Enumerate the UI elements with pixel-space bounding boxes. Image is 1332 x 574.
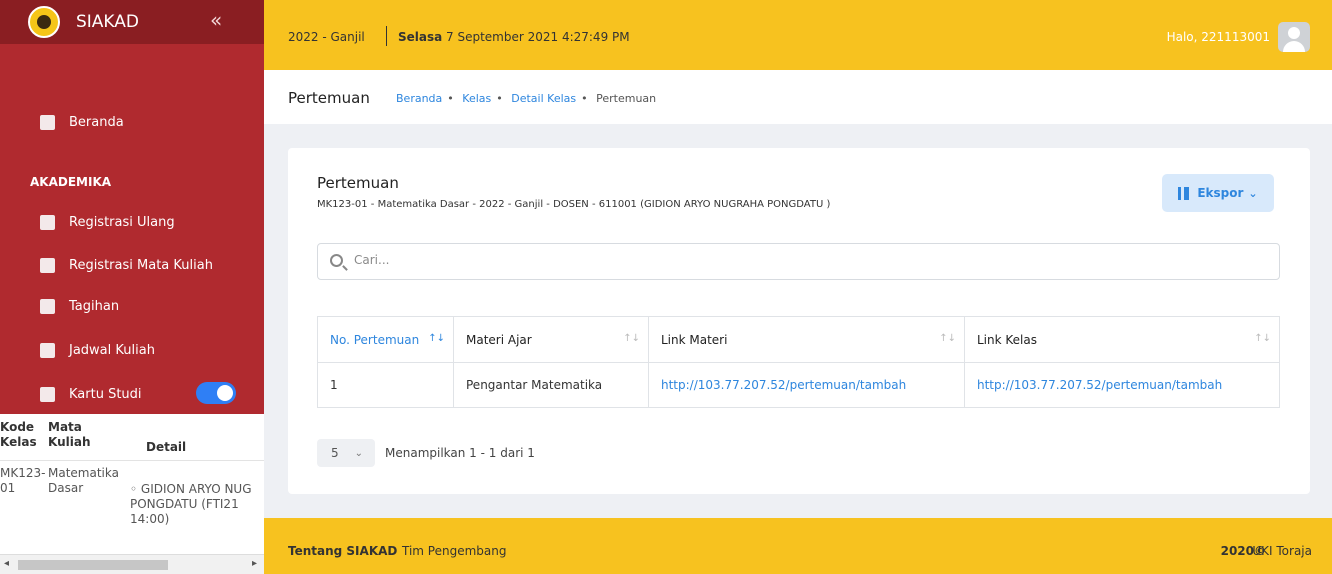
footer: Tentang SIAKAD Tim Pengembang 2020© UKI …	[264, 518, 1332, 574]
search-input[interactable]	[354, 253, 954, 267]
column-header-link-materi[interactable]: Link Materi ↑↓	[649, 317, 965, 362]
leak-cell-detail: ◦ GIDION ARYO NUG PONGDATU (FTI21 14:00)	[130, 482, 252, 526]
document-icon	[40, 386, 55, 402]
pagination-info: Menampilkan 1 - 1 dari 1	[385, 446, 535, 460]
page-title: Pertemuan	[288, 89, 370, 107]
column-label: Link Materi	[661, 332, 728, 347]
cell-link-materi: http://103.77.207.52/pertemuan/tambah	[649, 363, 965, 407]
page-size-value: 5	[331, 446, 339, 460]
sort-icon: ↑↓	[1254, 333, 1271, 344]
export-label: Ekspor	[1197, 186, 1244, 200]
column-label: Materi Ajar	[466, 332, 532, 347]
sidebar-item-jadwal-kuliah[interactable]: Jadwal Kuliah	[0, 336, 264, 364]
footer-link-team[interactable]: Tim Pengembang	[402, 544, 506, 558]
chevron-down-icon: ⌄	[354, 447, 364, 459]
sort-icon: ↑↓	[623, 333, 640, 344]
export-icon	[1178, 186, 1190, 200]
breadcrumb: Beranda • Kelas • Detail Kelas • Pertemuan	[396, 92, 657, 105]
datetime-label: 7 September 2021 4:27:49 PM	[446, 30, 630, 44]
breadcrumb-beranda[interactable]: Beranda	[396, 92, 442, 105]
column-label: Link Kelas	[977, 332, 1037, 347]
breadcrumb-detail-kelas[interactable]: Detail Kelas	[511, 92, 576, 105]
greeting: Halo, 221113001	[1166, 30, 1270, 44]
card-subtitle: MK123-01 - Matematika Dasar - 2022 - Gan…	[317, 199, 831, 210]
sidebar-item-label: Kartu Studi	[69, 386, 142, 402]
search-box[interactable]	[317, 243, 1280, 280]
cell-materi: Pengantar Matematika	[454, 363, 649, 407]
calendar-icon	[40, 342, 55, 358]
sidebar-item-label: Tagihan	[69, 298, 120, 314]
link-kelas[interactable]: http://103.77.207.52/pertemuan/tambah	[977, 378, 1222, 392]
breadcrumb-kelas[interactable]: Kelas	[462, 92, 491, 105]
brand-bar: SIAKAD	[0, 0, 264, 44]
user-avatar-icon[interactable]	[1278, 22, 1310, 52]
leak-header-detail: Detail	[146, 440, 187, 454]
column-header-materi-ajar[interactable]: Materi Ajar ↑↓	[454, 317, 649, 362]
search-icon	[330, 254, 343, 267]
divider	[0, 460, 264, 461]
sidebar-item-label: Registrasi Mata Kuliah	[69, 257, 213, 273]
card-title: Pertemuan	[317, 174, 399, 192]
footer-link-about[interactable]: Tentang SIAKAD	[288, 544, 397, 558]
pertemuan-table: No. Pertemuan ↑↓ Materi Ajar ↑↓ Link Mat…	[317, 316, 1280, 408]
sidebar-item-label: Beranda	[69, 114, 124, 130]
collapse-sidebar-icon[interactable]: «	[210, 8, 222, 32]
horizontal-scrollbar[interactable]: ◂ ▸	[0, 554, 264, 574]
edit-icon	[40, 214, 55, 230]
sidebar-item-label: Registrasi Ulang	[69, 214, 175, 230]
brand-title: SIAKAD	[76, 12, 140, 32]
university-logo	[28, 6, 60, 38]
link-materi[interactable]: http://103.77.207.52/pertemuan/tambah	[661, 378, 906, 392]
sidebar-item-tagihan[interactable]: Tagihan	[0, 292, 264, 320]
cell-link-kelas: http://103.77.207.52/pertemuan/tambah	[965, 363, 1279, 407]
sidebar-item-registrasi-ulang[interactable]: Registrasi Ulang	[0, 208, 264, 236]
day-label: Selasa	[398, 30, 443, 44]
column-label: No. Pertemuan	[330, 332, 420, 347]
sidebar-item-registrasi-mata-kuliah[interactable]: Registrasi Mata Kuliah	[0, 251, 264, 279]
scrollbar-thumb[interactable]	[18, 560, 168, 570]
sidebar-section-heading: AKADEMIKA	[30, 175, 112, 189]
invoice-icon	[40, 298, 55, 314]
sort-icon: ↑↓	[939, 333, 956, 344]
sort-icon: ↑↓	[428, 333, 445, 344]
pertemuan-card: Pertemuan MK123-01 - Matematika Dasar - …	[288, 148, 1310, 494]
home-icon	[40, 114, 55, 130]
export-button[interactable]: Ekspor ⌄	[1162, 174, 1274, 212]
page-size-select[interactable]: 5 ⌄	[317, 439, 375, 467]
book-icon	[40, 257, 55, 273]
leak-cell-matkul: Matematika Dasar	[48, 466, 119, 495]
breadcrumb-current: Pertemuan	[596, 92, 657, 105]
footer-org: UKI Toraja	[1252, 544, 1312, 558]
sidebar-item-beranda[interactable]: Beranda	[0, 108, 264, 136]
semester-label: 2022 - Ganjil	[288, 30, 365, 44]
leak-cell-kode: MK123-01	[0, 466, 46, 495]
kartu-studi-toggle[interactable]	[196, 382, 236, 404]
chevron-down-icon: ⌄	[1248, 186, 1258, 200]
top-bar: 2022 - Ganjil Selasa 7 September 2021 4:…	[264, 0, 1332, 70]
column-header-no-pertemuan[interactable]: No. Pertemuan ↑↓	[318, 317, 454, 362]
leak-header-matkul: Mata Kuliah	[48, 420, 91, 449]
toggle-knob	[217, 385, 233, 401]
leak-header-kode: Kode Kelas	[0, 420, 37, 449]
column-header-link-kelas[interactable]: Link Kelas ↑↓	[965, 317, 1279, 362]
scroll-right-icon[interactable]: ▸	[252, 558, 257, 569]
sidebar-item-label: Jadwal Kuliah	[69, 342, 155, 358]
divider	[386, 26, 387, 46]
page-header: Pertemuan Beranda • Kelas • Detail Kelas • …	[264, 70, 1332, 124]
scroll-left-icon[interactable]: ◂	[4, 558, 9, 569]
cell-no: 1	[318, 363, 454, 407]
